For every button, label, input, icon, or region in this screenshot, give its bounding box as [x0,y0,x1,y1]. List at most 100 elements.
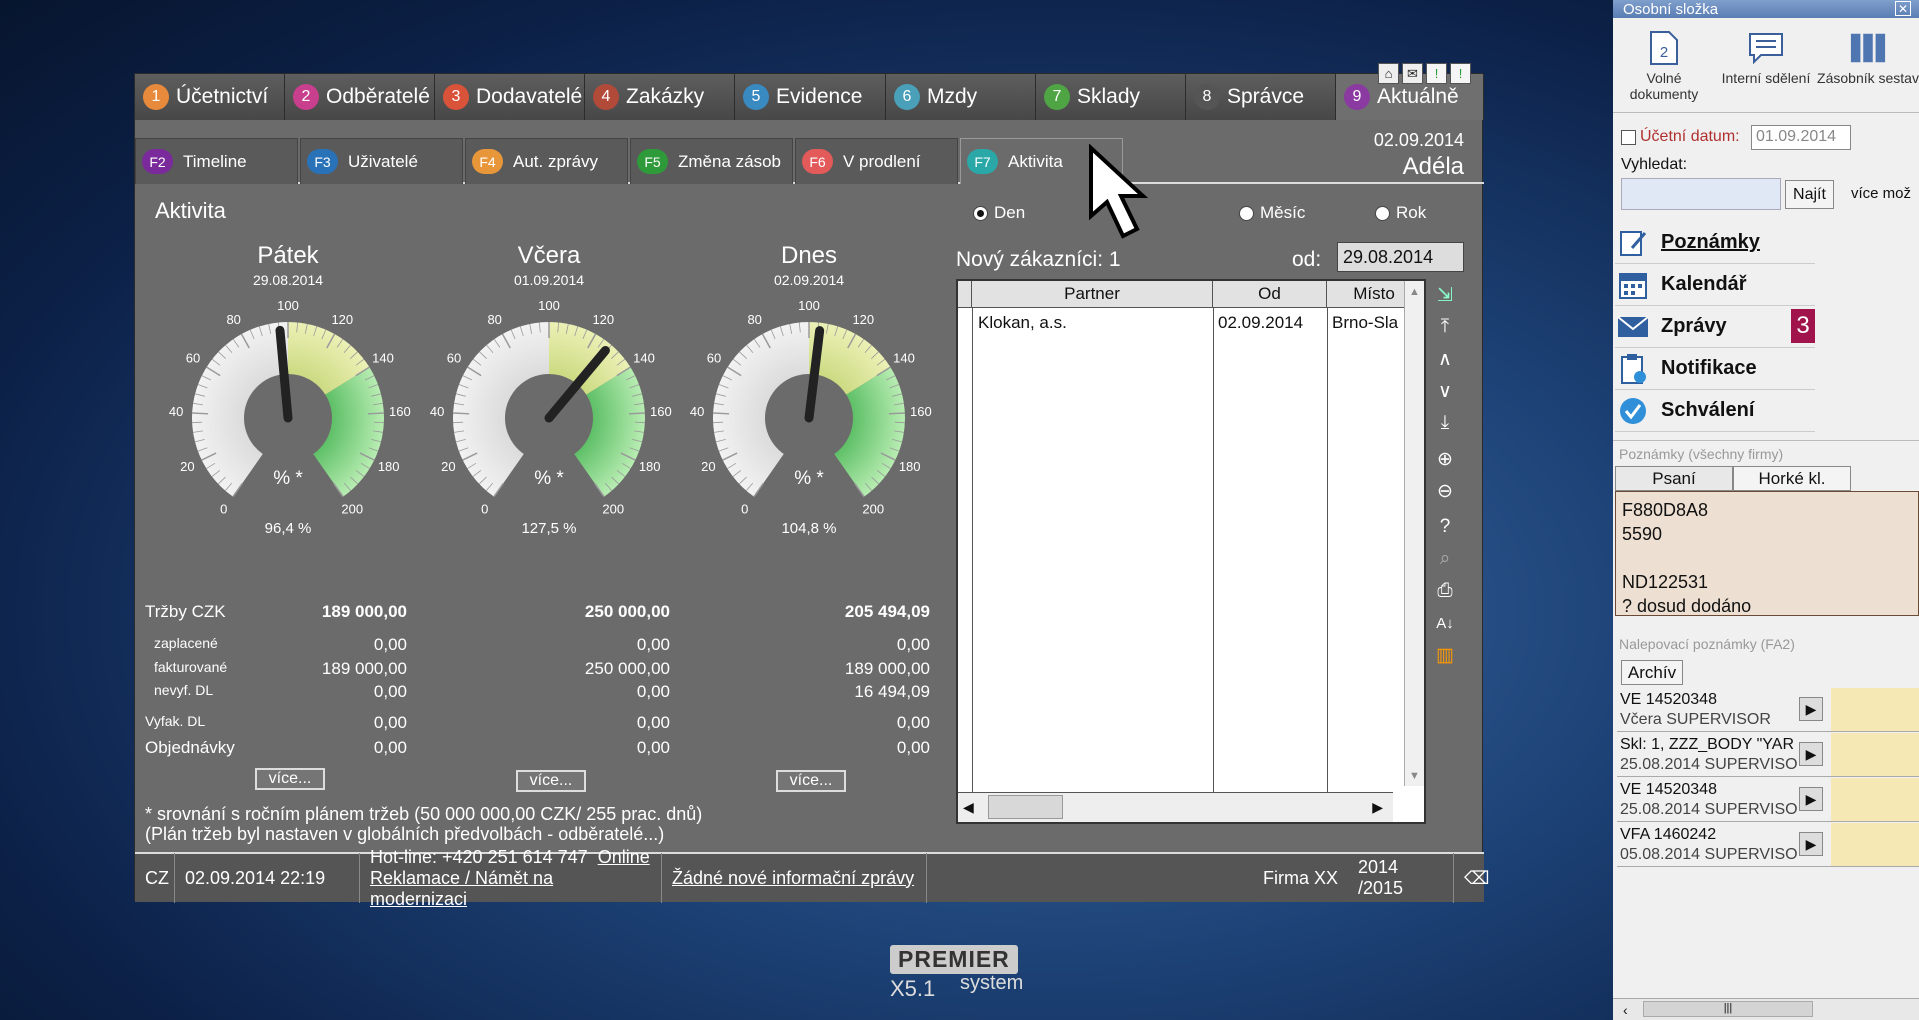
cell-partner[interactable]: Klokan, a.s. [978,313,1067,333]
scroll-left-icon[interactable]: ◀ [963,799,974,816]
radio-mesic[interactable]: Měsíc [1239,203,1305,223]
module-tab-7[interactable]: 7 Sklady [1036,74,1186,120]
close-icon[interactable]: ✕ [1895,1,1911,16]
sticky-line2: 25.08.2014 SUPERVISO [1620,756,1798,773]
tab-horke-klavesy[interactable]: Horké kl. [1733,466,1851,491]
previous-record-icon[interactable]: ∧ [1431,346,1459,372]
reklamace-link[interactable]: Reklamace / Námět na modernizaci [370,868,651,910]
alert-icon[interactable]: ! [1426,63,1447,84]
chevron-right-icon[interactable]: ▶ [1799,742,1823,766]
subtab-f3[interactable]: F3 Uživatelé [300,138,463,184]
zoom-out-icon[interactable]: ⊖ [1431,478,1459,504]
sticky-line1: Skl: 1, ZZZ_BODY "YAR [1620,736,1795,753]
vertical-scrollbar[interactable]: ▲ ▼ [1404,281,1424,786]
print-icon[interactable]: ⎙ [1431,578,1459,604]
more-button-patek[interactable]: více... [255,768,325,790]
chevron-right-icon[interactable]: ▶ [1799,697,1823,721]
home-icon[interactable]: ⌂ [1378,63,1399,84]
archive-button[interactable]: Archív [1621,660,1683,685]
module-tab-4[interactable]: 4 Zakázky [585,74,735,120]
menu-zpravy[interactable]: Zprávy 3 [1615,306,1815,348]
sticky-note[interactable]: Skl: 1, ZZZ_BODY "YAR 25.08.2014 SUPERVIS… [1617,733,1919,777]
cell-misto[interactable]: Brno-Sla [1332,313,1402,333]
eraser-icon[interactable]: ⌫ [1454,853,1489,903]
scroll-right-icon[interactable]: ▶ [1372,799,1383,816]
zoom-in-icon[interactable]: ⊕ [1431,446,1459,472]
find-button[interactable]: Najít [1785,180,1834,209]
scroll-thumb[interactable] [988,795,1063,819]
label-trzby: Tržby CZK [145,602,226,621]
menu-kalendar[interactable]: Kalendář [1615,264,1815,306]
chevron-right-icon[interactable]: ▶ [1799,832,1823,856]
search-icon[interactable]: ⌕ [1431,546,1459,572]
ucetni-datum-input[interactable]: 01.09.2014 [1751,125,1851,150]
sticky-note[interactable]: VFA 1460242 05.08.2014 SUPERVISO ▶ [1617,823,1919,867]
gauge-tick-label: 40 [169,404,183,419]
subtab-f2[interactable]: F2 Timeline [135,138,298,184]
value-trzby: 189 000,00 [321,602,407,621]
gauge-tick [192,412,209,415]
sort-icon[interactable]: A↓ [1431,610,1459,636]
last-record-icon[interactable]: ⤓ [1431,410,1459,436]
module-tab-6[interactable]: 6 Mzdy [886,74,1036,120]
od-date-input[interactable]: 29.08.2014 [1337,242,1464,272]
subtab-f6[interactable]: F6 V prodlení [795,138,958,184]
report-stack-button[interactable]: Zásobník sestav [1817,18,1919,112]
module-tab-2[interactable]: 2 Odběratelé [285,74,435,120]
sticky-note[interactable]: VE 14520348 25.08.2014 SUPERVISO ▶ [1617,778,1919,822]
menu-schvaleni[interactable]: Schválení [1615,390,1815,432]
module-tab-3[interactable]: 3 Dodavatelé [435,74,585,120]
sticky-note[interactable]: VE 14520348 Včera SUPERVISOR ▶ [1617,688,1919,732]
checkbox[interactable] [1621,129,1636,145]
export-icon[interactable]: ⇲ [1431,282,1459,308]
ucetni-datum-checkbox[interactable]: Účetní datum: [1621,128,1740,146]
menu-notifikace[interactable]: Notifikace [1615,348,1815,390]
scroll-thumb[interactable]: ||| [1643,1001,1813,1017]
help-icon[interactable]: ? [1431,514,1459,540]
more-button-vcera[interactable]: více... [516,770,586,792]
menu-poznamky[interactable]: Poznámky [1615,222,1815,264]
chart-icon[interactable]: ▥ [1431,642,1459,668]
radio-den[interactable]: Den [973,203,1025,223]
tab-label: Mzdy [927,85,978,108]
gauge-tick-label: 200 [602,502,624,517]
menu-label: Schválení [1661,399,1755,421]
cell-od[interactable]: 02.09.2014 [1218,313,1303,333]
warning-icon[interactable]: ! [1450,63,1471,84]
module-tab-8[interactable]: 8 Správce [1186,74,1336,120]
mail-icon[interactable]: ✉ [1402,63,1423,84]
search-input[interactable] [1621,178,1781,210]
gauge-tick-label: 0 [220,502,227,517]
subtab-f5[interactable]: F5 Změna zásob [630,138,793,184]
more-options-link[interactable]: více mož [1851,185,1911,202]
info-messages-link[interactable]: Žádné nové informační zprávy [672,868,914,889]
note-editor[interactable]: F880D8A8 5590 ND122531 ? dosud dodáno [1615,491,1919,616]
more-button-dnes[interactable]: více... [776,770,846,792]
subtab-f4[interactable]: F4 Aut. zprávy [465,138,628,184]
chevron-right-icon[interactable]: ▶ [1799,787,1823,811]
gauge-tick-label: 180 [899,459,921,474]
gauge-tick-label: 80 [487,312,501,327]
radio-rok[interactable]: Rok [1375,203,1426,223]
tab-psani[interactable]: Psaní [1615,466,1733,491]
next-record-icon[interactable]: ∨ [1431,378,1459,404]
column-header-od[interactable]: Od [1213,281,1327,308]
radio-dot [1375,205,1390,221]
subtab-label: V prodlení [843,151,921,171]
user-name: Adéla [1402,153,1464,180]
panel-title: Osobní složka [1623,0,1719,18]
scroll-left-icon[interactable]: ‹ [1623,1002,1628,1018]
panel-horizontal-scrollbar[interactable]: ‹ ||| [1613,998,1919,1020]
scroll-up-icon[interactable]: ▲ [1405,286,1424,298]
online-link[interactable]: Online [598,847,650,867]
column-header-partner[interactable]: Partner [972,281,1213,308]
module-tab-5[interactable]: 5 Evidence [735,74,886,120]
first-record-icon[interactable]: ⤒ [1431,314,1459,340]
free-documents-button[interactable]: 2 Volné dokumenty [1613,18,1715,112]
sticky-line1: VE 14520348 [1620,781,1717,798]
sticky-header: Nalepovací poznámky (FA2) [1619,636,1795,652]
scroll-down-icon[interactable]: ▼ [1405,770,1424,782]
internal-messages-button[interactable]: Interní sdělení [1715,18,1817,112]
horizontal-scrollbar[interactable]: ◀ ▶ [958,792,1393,822]
module-tab-1[interactable]: 1 Účetnictví [135,74,285,120]
